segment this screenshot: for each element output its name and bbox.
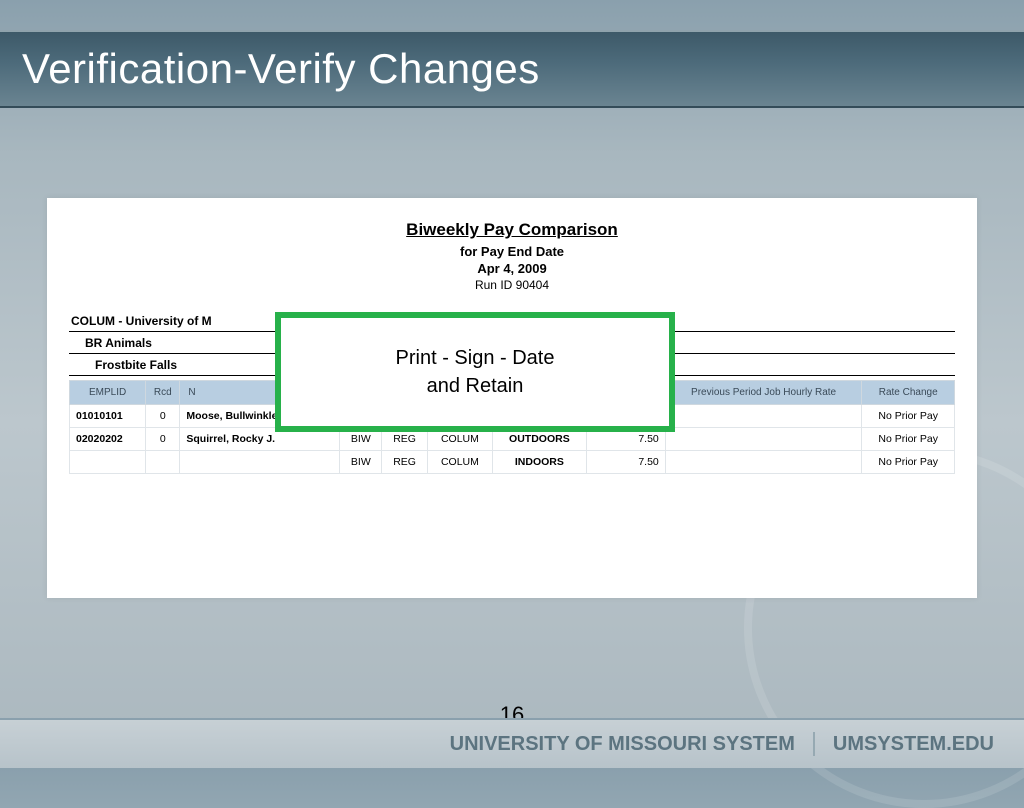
table-row: BIW REG COLUM INDOORS 7.50 No Prior Pay	[70, 451, 955, 474]
th-prev: Previous Period Job Hourly Rate	[665, 381, 862, 405]
th-rcd: Rcd	[146, 381, 180, 405]
footer-divider	[813, 732, 815, 756]
footer-site: UMSYSTEM.EDU	[833, 733, 994, 756]
cell-c4: INDOORS	[492, 451, 586, 474]
report-title: Biweekly Pay Comparison	[69, 220, 955, 240]
cell-emplid	[70, 451, 146, 474]
report-title-block: Biweekly Pay Comparison for Pay End Date…	[69, 220, 955, 292]
report-runid: Run ID 90404	[69, 278, 955, 292]
cell-c1: BIW	[340, 451, 382, 474]
th-change: Rate Change	[862, 381, 955, 405]
callout-box: Print - Sign - Date and Retain	[275, 312, 675, 432]
cell-rcd	[146, 451, 180, 474]
cell-prev	[665, 451, 862, 474]
callout-line-2: and Retain	[427, 372, 524, 400]
cell-change: No Prior Pay	[862, 405, 955, 428]
slide-title: Verification-Verify Changes	[22, 45, 540, 93]
cell-prev	[665, 405, 862, 428]
cell-name	[180, 451, 340, 474]
cell-c3: COLUM	[427, 451, 492, 474]
cell-rcd: 0	[146, 428, 180, 451]
report-subtitle-2: Apr 4, 2009	[69, 261, 955, 276]
cell-rate: 7.50	[586, 451, 665, 474]
footer-band: UNIVERSITY OF MISSOURI SYSTEM UMSYSTEM.E…	[0, 718, 1024, 768]
title-band: Verification-Verify Changes	[0, 30, 1024, 108]
cell-change: No Prior Pay	[862, 428, 955, 451]
cell-change: No Prior Pay	[862, 451, 955, 474]
cell-rcd: 0	[146, 405, 180, 428]
report-subtitle-1: for Pay End Date	[69, 244, 955, 259]
cell-emplid: 02020202	[70, 428, 146, 451]
cell-prev	[665, 428, 862, 451]
cell-c2: REG	[382, 451, 428, 474]
callout-line-1: Print - Sign - Date	[396, 344, 555, 372]
footer-org: UNIVERSITY OF MISSOURI SYSTEM	[450, 733, 795, 756]
cell-emplid: 01010101	[70, 405, 146, 428]
th-emplid: EMPLID	[70, 381, 146, 405]
